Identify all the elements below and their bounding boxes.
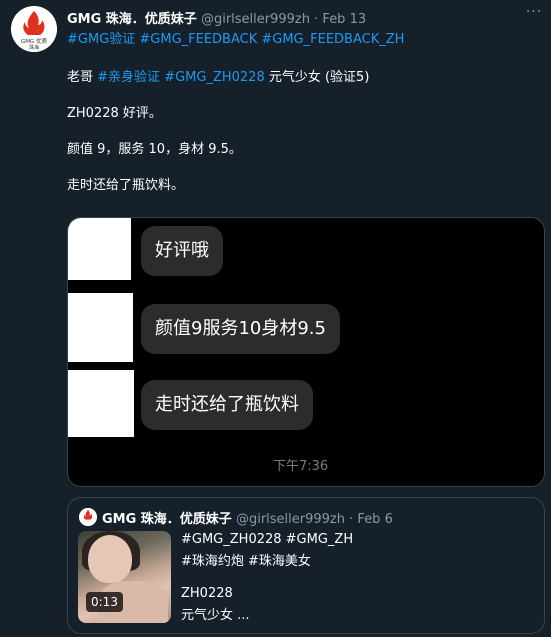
quoted-text-line-3: ZH0228 <box>181 586 233 601</box>
more-options-icon[interactable]: ··· <box>524 4 544 20</box>
handle[interactable]: @girlseller999zh <box>201 12 310 27</box>
video-duration-badge: 0:13 <box>86 592 123 612</box>
chat-bubble: 走时还给了瓶饮料 <box>141 380 313 430</box>
tweet-text-line-1: 老哥 #亲身验证 #GMG_ZH0228 元气少女 (验证5) <box>67 66 369 85</box>
quoted-text-line-1: #GMG_ZH0228 #GMG_ZH <box>181 532 354 547</box>
chat-bubble: 好评哦 <box>141 226 223 276</box>
tweet-media-image[interactable]: 好评哦 颜值9服务10身材9.5 走时还给了瓶饮料 下午7:36 <box>67 217 545 487</box>
chat-timestamp: 下午7:36 <box>273 459 329 474</box>
quoted-date[interactable]: Feb 6 <box>357 512 392 527</box>
separator: · <box>314 12 319 27</box>
quoted-avatar-gmg-logo-icon[interactable] <box>79 508 97 526</box>
quoted-video-thumbnail[interactable]: 0:13 <box>78 531 171 623</box>
redacted-avatar-block <box>68 293 133 362</box>
tweet-text-line-3: 颜值 9，服务 10，身材 9.5。 <box>67 142 242 157</box>
avatar-logo-text: GMG 优质 <box>21 37 48 45</box>
tweet-text-line-4: 走时还给了瓶饮料。 <box>67 178 185 193</box>
tweet-date[interactable]: Feb 13 <box>322 12 366 27</box>
quoted-tweet-header: GMG 珠海．优质妹子 @girlseller999zh · Feb 6 <box>102 508 393 527</box>
hashtag-link[interactable]: #亲身验证 <box>97 70 160 85</box>
tweet-text-line-2: ZH0228 好评。 <box>67 106 162 121</box>
hashtags-line[interactable]: #GMG验证 #GMG_FEEDBACK #GMG_FEEDBACK_ZH <box>67 28 404 47</box>
hashtag-link[interactable]: #GMG_ZH0228 <box>164 70 265 85</box>
tweet-header: GMG 珠海．优质妹子 @girlseller999zh · Feb 13 <box>67 8 366 27</box>
avatar[interactable]: GMG 优质 珠海 <box>11 6 57 52</box>
quoted-text-line-2: #珠海约炮 #珠海美女 <box>181 554 311 569</box>
quoted-handle[interactable]: @girlseller999zh <box>236 512 345 527</box>
redacted-avatar-block <box>68 218 131 280</box>
quoted-text-line-4: 元气少女 ... <box>181 608 250 623</box>
chat-bubble: 颜值9服务10身材9.5 <box>141 304 340 354</box>
quoted-display-name[interactable]: GMG 珠海．优质妹子 <box>102 512 232 527</box>
thumbnail-shape <box>88 535 132 583</box>
redacted-avatar-block <box>68 370 134 437</box>
quoted-tweet[interactable]: GMG 珠海．优质妹子 @girlseller999zh · Feb 6 0:1… <box>67 497 545 634</box>
line1-prefix: 老哥 <box>67 70 98 85</box>
avatar-logo-subtext: 珠海 <box>29 44 39 51</box>
separator: · <box>349 512 354 527</box>
line1-suffix: 元气少女 (验证5) <box>264 70 370 85</box>
display-name[interactable]: GMG 珠海．优质妹子 <box>67 12 197 27</box>
gmg-logo-icon: GMG 优质 珠海 <box>11 6 57 52</box>
tweet[interactable]: GMG 优质 珠海 GMG 珠海．优质妹子 @girlseller999zh ·… <box>0 0 551 637</box>
